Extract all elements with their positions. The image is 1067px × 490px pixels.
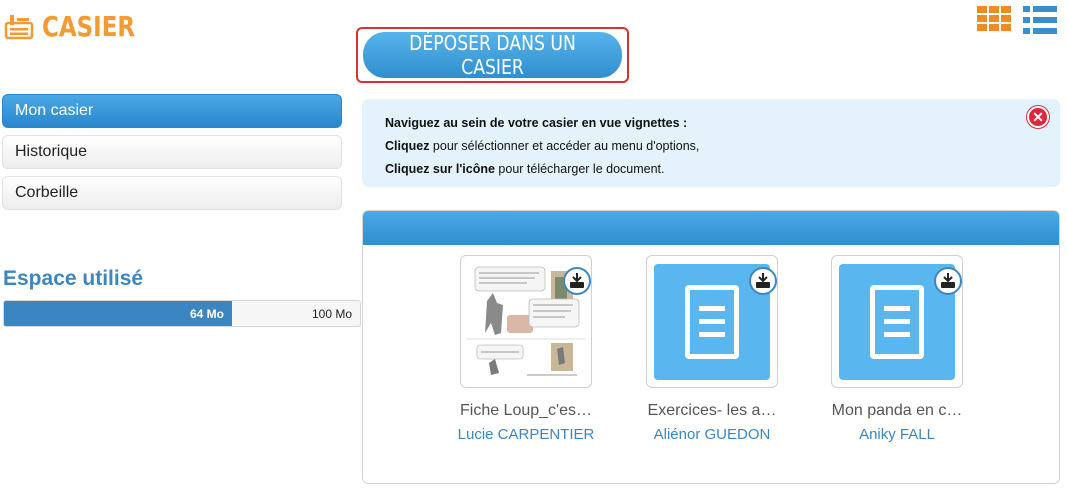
file-thumbnail[interactable] <box>831 255 963 388</box>
app-title: CASIER <box>42 10 136 43</box>
file-name: Fiche Loup_c'es… <box>459 402 592 419</box>
brand[interactable]: CASIER <box>4 10 156 43</box>
file-name: Mon panda en c… <box>831 402 963 419</box>
info-line-2-text: pour séléctionner et accéder au menu d'o… <box>429 139 700 153</box>
file-owner[interactable]: Aniky FALL <box>859 426 935 443</box>
info-line-1: Naviguez au sein de votre casier en vue … <box>385 116 688 130</box>
sidebar-item-label: Historique <box>15 143 88 160</box>
storage-usage-bar: 64 Mo 100 Mo <box>3 300 361 327</box>
info-line-3-text: pour télécharger le document. <box>494 162 665 176</box>
sidebar-item-mon-casier[interactable]: Mon casier <box>2 94 342 128</box>
storage-used-label: 64 Mo <box>189 306 224 321</box>
file-owner[interactable]: Aliénor GUEDON <box>654 426 771 443</box>
deposit-button-label: DÉPOSER DANS UN CASIER <box>409 31 576 79</box>
files-panel-header <box>363 211 1059 245</box>
file-item[interactable]: Fiche Loup_c'es… Lucie CARPENTIER <box>441 255 611 443</box>
grid-view-icon[interactable] <box>977 6 1015 32</box>
download-icon[interactable] <box>749 267 777 295</box>
sidebar-item-label: Corbeille <box>15 184 79 201</box>
file-thumbnail[interactable] <box>646 255 778 388</box>
file-grid: Fiche Loup_c'es… Lucie CARPENTIER Exerci… <box>363 245 1059 483</box>
info-banner: Naviguez au sein de votre casier en vue … <box>362 99 1060 187</box>
list-view-icon[interactable] <box>1023 6 1057 34</box>
files-panel: Fiche Loup_c'es… Lucie CARPENTIER Exerci… <box>362 210 1060 484</box>
file-name: Exercices- les a… <box>647 402 777 419</box>
info-line-2-bold: Cliquez <box>385 139 430 153</box>
download-icon[interactable] <box>563 267 591 295</box>
file-item[interactable]: Mon panda en c… Aniky FALL <box>812 255 982 443</box>
file-item[interactable]: Exercices- les a… Aliénor GUEDON <box>627 255 797 443</box>
close-icon[interactable]: ✕ <box>1027 106 1049 128</box>
storage-total-label: 100 Mo <box>311 306 352 321</box>
file-thumbnail[interactable] <box>460 255 592 388</box>
storage-usage-title: Espace utilisé <box>3 267 144 290</box>
file-owner[interactable]: Lucie CARPENTIER <box>458 426 595 443</box>
info-line-3-bold: Cliquez sur l'icône <box>385 162 495 176</box>
view-toggle <box>977 6 1057 34</box>
sidebar-item-historique[interactable]: Historique <box>2 135 342 169</box>
locker-icon <box>4 13 34 41</box>
deposit-button[interactable]: DÉPOSER DANS UN CASIER <box>363 31 622 79</box>
download-icon[interactable] <box>934 267 962 295</box>
sidebar-item-label: Mon casier <box>15 102 94 119</box>
sidebar-nav: Mon casier Historique Corbeille <box>2 94 342 210</box>
deposit-button-highlight: DÉPOSER DANS UN CASIER <box>356 27 629 83</box>
sidebar-item-corbeille[interactable]: Corbeille <box>2 176 342 210</box>
